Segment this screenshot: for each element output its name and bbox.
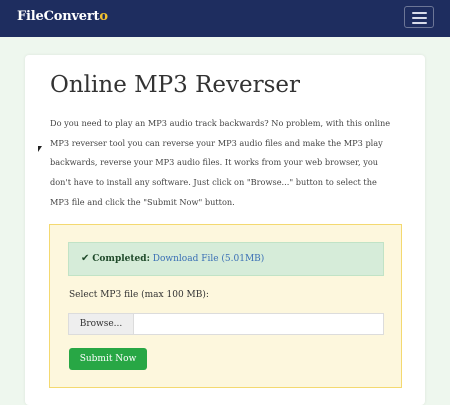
brand-name: FileConvert bbox=[17, 9, 100, 24]
status-label: Completed: bbox=[92, 254, 150, 264]
page-description: Do you need to play an MP3 audio track b… bbox=[50, 118, 391, 207]
menu-toggle-button[interactable] bbox=[404, 6, 434, 28]
hamburger-icon bbox=[412, 22, 427, 24]
page-title: Online MP3 Reverser bbox=[50, 72, 301, 98]
brand-accent: o bbox=[99, 9, 108, 24]
hamburger-icon bbox=[412, 17, 427, 19]
completion-alert: ✔ Completed: Download File (5.01MB) bbox=[68, 242, 384, 276]
browse-button[interactable]: Browse... bbox=[69, 314, 134, 334]
mouse-cursor-icon bbox=[38, 146, 42, 152]
submit-button[interactable]: Submit Now bbox=[69, 348, 147, 370]
download-link[interactable]: Download File (5.01MB) bbox=[153, 254, 265, 264]
hamburger-icon bbox=[412, 12, 427, 14]
file-label: Select MP3 file (max 100 MB): bbox=[69, 290, 209, 300]
checkmark-icon: ✔ bbox=[81, 253, 90, 264]
file-input[interactable]: Browse... bbox=[68, 313, 384, 335]
navbar: FileConverto bbox=[0, 0, 450, 37]
brand-logo[interactable]: FileConverto bbox=[17, 9, 108, 24]
